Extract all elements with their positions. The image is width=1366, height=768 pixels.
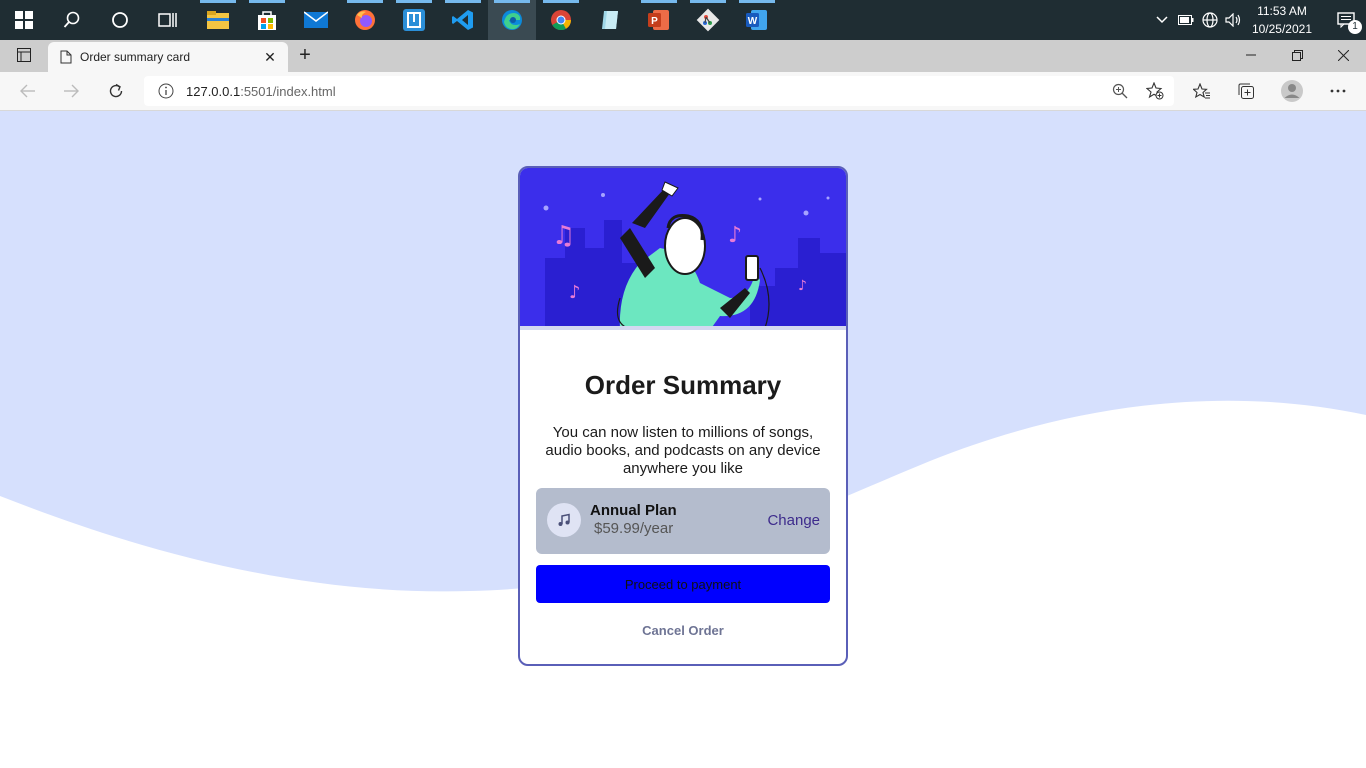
close-window-icon[interactable]: [1320, 40, 1366, 70]
svg-text:♫: ♫: [552, 221, 575, 251]
file-explorer-icon[interactable]: [194, 0, 242, 40]
profile-avatar-icon[interactable]: [1277, 76, 1307, 106]
order-summary-card: ♫ ♪ ♪ ♪ Order Summary You can now listen…: [518, 166, 848, 666]
plan-box: Annual Plan $59.99/year Change: [536, 488, 830, 554]
chevron-up-icon[interactable]: [1150, 0, 1174, 40]
tab-order-summary[interactable]: Order summary card ✕: [48, 42, 288, 72]
app-unknown-icon[interactable]: [390, 0, 438, 40]
windows-start-icon[interactable]: [0, 0, 48, 40]
chrome-icon[interactable]: [537, 0, 585, 40]
plan-price: $59.99/year: [594, 520, 674, 537]
system-tray: 11:53 AM 10/25/2021 1: [1150, 0, 1366, 40]
notification-count-badge: 1: [1348, 20, 1362, 34]
svg-text:W: W: [748, 16, 758, 27]
taskbar: P W 11:53 AM 10/25/2021 1: [0, 0, 1366, 40]
page-viewport: ♫ ♪ ♪ ♪ Order Summary You can now listen…: [0, 111, 1366, 768]
svg-text:♪: ♪: [569, 282, 581, 303]
close-tab-icon[interactable]: ✕: [258, 49, 282, 66]
svg-text:♪: ♪: [798, 278, 807, 294]
powerpoint-icon[interactable]: P: [635, 0, 683, 40]
url-host: 127.0.0.1: [186, 83, 241, 99]
collections-icon[interactable]: [1231, 76, 1261, 106]
task-view-icon[interactable]: [144, 0, 192, 40]
tab-title: Order summary card: [80, 50, 191, 64]
vscode-icon[interactable]: [439, 0, 487, 40]
order-description: You can now listen to millions of songs,…: [545, 424, 821, 477]
url-text: 127.0.0.1:5501/index.html: [186, 84, 1112, 99]
restore-icon[interactable]: [1274, 40, 1320, 70]
taskbar-clock[interactable]: 11:53 AM 10/25/2021: [1252, 2, 1312, 38]
url-path: :5501/index.html: [240, 83, 336, 99]
firefox-icon[interactable]: [341, 0, 389, 40]
git-icon[interactable]: [684, 0, 732, 40]
proceed-to-payment-button[interactable]: Proceed to payment: [536, 565, 830, 603]
store-icon[interactable]: [243, 0, 291, 40]
more-options-icon[interactable]: [1323, 76, 1353, 106]
battery-icon[interactable]: [1174, 0, 1198, 40]
tablet-app-icon[interactable]: [586, 0, 634, 40]
mail-icon[interactable]: [292, 0, 340, 40]
new-tab-icon[interactable]: +: [288, 40, 322, 70]
svg-text:P: P: [651, 16, 658, 27]
music-note-icon: [547, 503, 581, 537]
tab-actions-icon[interactable]: [0, 40, 48, 70]
cortana-icon[interactable]: [96, 0, 144, 40]
cancel-order-link[interactable]: Cancel Order: [520, 623, 846, 638]
edge-icon[interactable]: [488, 0, 536, 40]
browser-tab-strip: Order summary card ✕ +: [0, 40, 1366, 72]
address-bar[interactable]: 127.0.0.1:5501/index.html: [144, 76, 1174, 106]
back-arrow-icon[interactable]: [13, 76, 43, 106]
minimize-icon[interactable]: [1228, 40, 1274, 70]
volume-icon[interactable]: [1222, 0, 1246, 40]
hero-illustration: ♫ ♪ ♪ ♪: [520, 168, 846, 330]
order-summary-title: Order Summary: [584, 370, 782, 400]
refresh-icon[interactable]: [101, 76, 131, 106]
favorites-icon[interactable]: [1187, 76, 1217, 106]
change-plan-link[interactable]: Change: [767, 512, 820, 529]
info-icon[interactable]: [158, 83, 174, 99]
add-favorite-icon[interactable]: [1146, 82, 1164, 100]
plan-name: Annual Plan: [590, 502, 677, 519]
page-icon: [60, 50, 72, 64]
notification-center-icon[interactable]: 1: [1326, 0, 1366, 40]
globe-network-icon[interactable]: [1198, 0, 1222, 40]
browser-toolbar: 127.0.0.1:5501/index.html: [0, 72, 1366, 111]
clock-time: 11:53 AM: [1257, 4, 1307, 18]
search-icon[interactable]: [48, 0, 96, 40]
svg-text:♪: ♪: [728, 223, 742, 248]
clock-date: 10/25/2021: [1251, 22, 1312, 36]
zoom-icon[interactable]: [1112, 83, 1128, 99]
forward-arrow-icon[interactable]: [56, 76, 86, 106]
word-icon[interactable]: W: [733, 0, 781, 40]
